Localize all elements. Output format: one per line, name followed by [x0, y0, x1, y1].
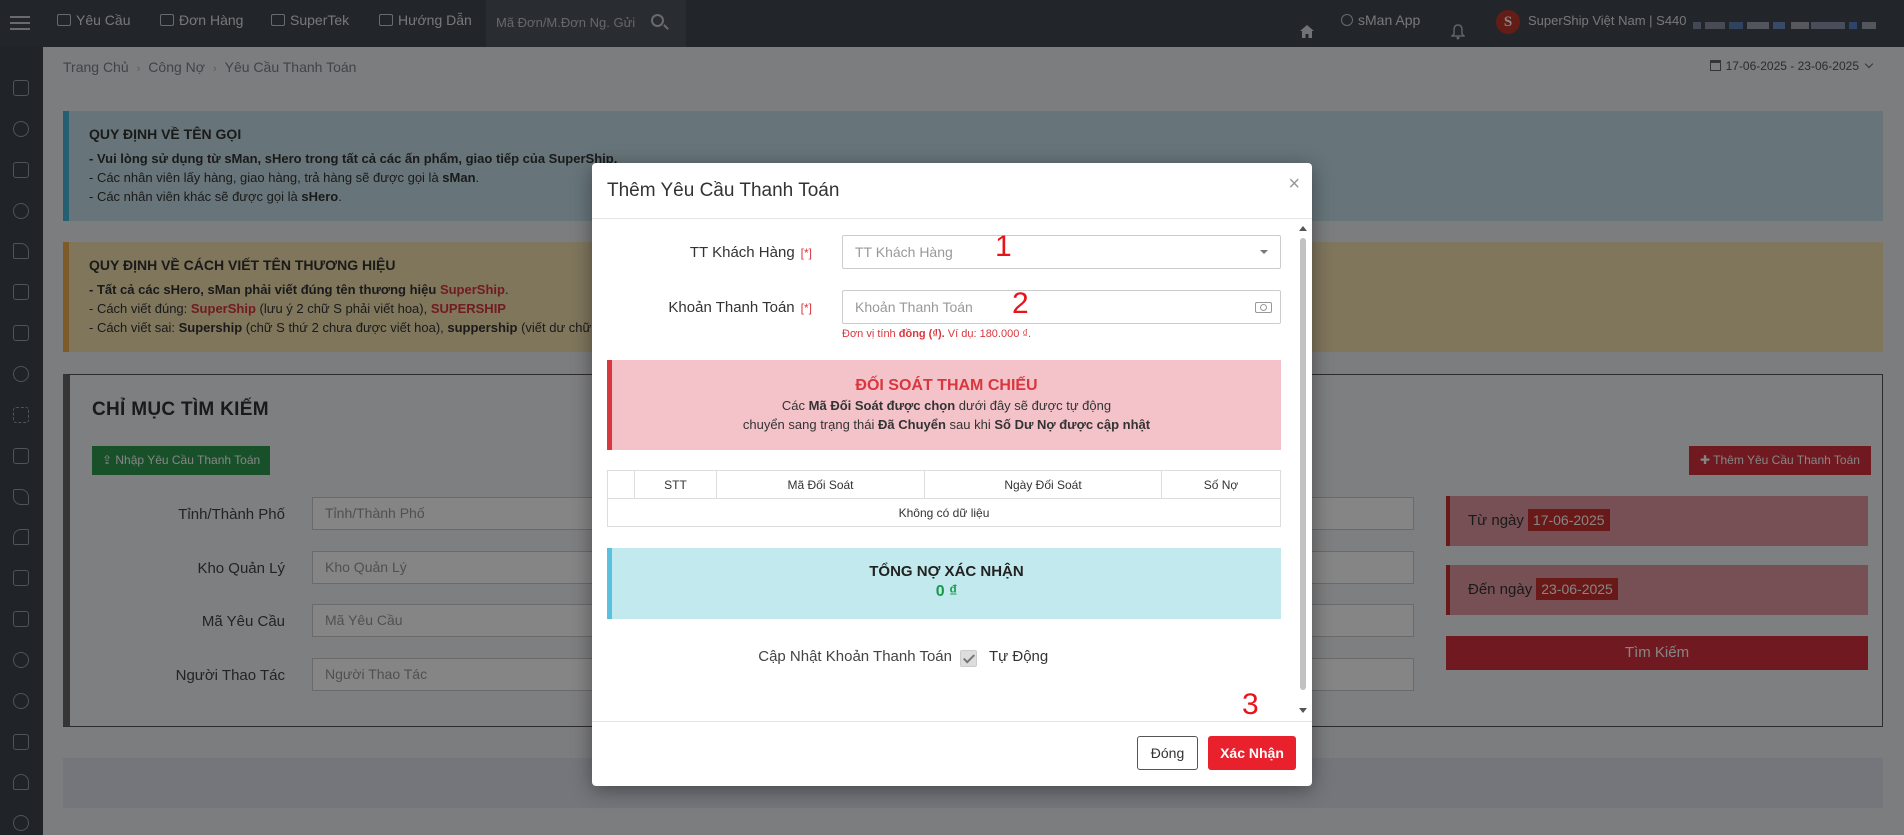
annotation-3: 3: [1242, 688, 1259, 721]
add-payment-request-modal: Thêm Yêu Cầu Thanh Toán × TT Khách Hàng[…: [592, 163, 1312, 786]
reconcile-reference-box: ĐỐI SOÁT THAM CHIẾU Các Mã Đối Soát được…: [607, 360, 1281, 450]
column-ngay-doi-soat[interactable]: Ngày Đối Soát: [924, 470, 1162, 499]
money-icon: [1255, 302, 1272, 313]
amount-input[interactable]: Khoản Thanh Toán: [842, 290, 1281, 324]
customer-label: TT Khách Hàng [*]: [689, 244, 812, 261]
select-all-column[interactable]: [607, 470, 635, 499]
auto-update-checkbox[interactable]: [960, 650, 977, 667]
annotation-1: 1: [995, 230, 1012, 263]
table-header-row: STT Mã Đối Soát Ngày Đối Soát Số Nợ: [607, 470, 1281, 499]
amount-label: Khoản Thanh Toán [*]: [668, 299, 812, 316]
auto-update-text: Tự Động: [989, 648, 1049, 665]
modal-footer: Đóng Xác Nhận: [592, 721, 1312, 786]
empty-table-message: Không có dữ liệu: [607, 498, 1281, 527]
caret-down-icon: [1260, 250, 1268, 254]
auto-update-label: Cập Nhật Khoản Thanh Toán: [758, 648, 952, 665]
reconcile-table: STT Mã Đối Soát Ngày Đối Soát Số Nợ Khôn…: [607, 470, 1281, 527]
modal-title: Thêm Yêu Cầu Thanh Toán: [607, 180, 840, 201]
close-icon[interactable]: ×: [1288, 173, 1300, 196]
confirm-button[interactable]: Xác Nhận: [1208, 736, 1296, 770]
amount-hint: Đơn vị tính đồng (₫). Ví dụ: 180.000 ₫.: [842, 328, 1032, 340]
modal-header: Thêm Yêu Cầu Thanh Toán ×: [592, 163, 1312, 219]
annotation-2: 2: [1012, 287, 1029, 320]
scroll-down-icon[interactable]: [1299, 708, 1307, 713]
close-button[interactable]: Đóng: [1137, 736, 1198, 770]
column-stt[interactable]: STT: [634, 470, 717, 499]
total-debt-value: 0 ₫: [935, 583, 958, 600]
table-row: Không có dữ liệu: [607, 498, 1281, 527]
column-ma-doi-soat[interactable]: Mã Đối Soát: [716, 470, 925, 499]
scrollbar-thumb[interactable]: [1300, 238, 1306, 690]
column-so-no[interactable]: Số Nợ: [1161, 470, 1281, 499]
scroll-up-icon[interactable]: [1299, 226, 1307, 231]
total-debt-box: TỔNG NỢ XÁC NHẬN 0 ₫: [607, 548, 1281, 619]
total-debt-title: TỔNG NỢ XÁC NHẬN: [869, 563, 1024, 580]
customer-select[interactable]: TT Khách Hàng: [842, 235, 1281, 269]
